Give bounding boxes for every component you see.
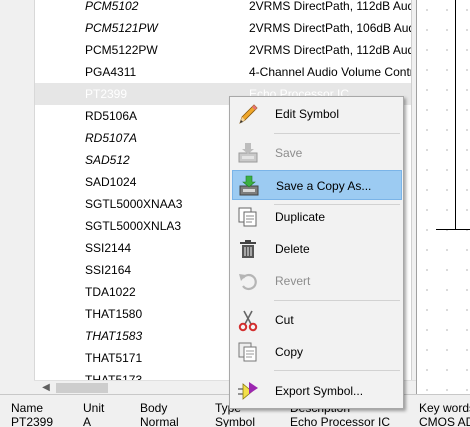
symbol-name: PCM5121PW [85, 21, 158, 35]
symbol-name: SSI2144 [85, 241, 132, 255]
list-item[interactable]: PCM5122PW 2VRMS DirectPath, 112dB Audio [35, 39, 411, 61]
symbol-name: RD5106A [85, 109, 138, 123]
menu-item-label: Edit Symbol [275, 107, 340, 121]
context-menu[interactable]: Edit Symbol Save Save a Copy As... Dupli… [229, 96, 404, 409]
menu-item-delete[interactable]: Delete [232, 234, 402, 264]
canvas-wire [455, 0, 456, 229]
left-gutter [0, 0, 34, 400]
export-icon [238, 382, 258, 400]
symbol-description: 2VRMS DirectPath, 112dB Audio [249, 43, 411, 57]
scissors-icon [238, 310, 258, 332]
list-item[interactable]: PCM5102 2VRMS DirectPath, 112dB Audio [35, 0, 411, 17]
symbol-name: THAT5171 [85, 351, 143, 365]
menu-item-edit-symbol[interactable]: Edit Symbol [232, 99, 402, 129]
symbol-name: PCM5122PW [85, 43, 158, 57]
symbol-name: THAT1580 [85, 307, 143, 321]
trash-icon [240, 240, 256, 258]
menu-item-label: Save [275, 146, 303, 160]
status-value: PT2399 [11, 415, 54, 427]
menu-item-label: Copy [275, 345, 304, 359]
list-item[interactable]: PCM5121PW 2VRMS DirectPath, 106dB Audio [35, 17, 411, 39]
symbol-name: SGTL5000XNLA3 [85, 219, 182, 233]
menu-separator [274, 370, 400, 371]
status-name-column: Name PT2399 [11, 401, 53, 427]
symbol-description: 2VRMS DirectPath, 106dB Audio [249, 21, 411, 35]
status-label: Body [140, 401, 168, 415]
menu-separator [274, 133, 400, 134]
symbol-name: PT2399 [85, 87, 128, 101]
menu-item-label: Cut [275, 313, 294, 327]
status-label: Key words [419, 401, 470, 415]
symbol-name: SAD1024 [85, 175, 137, 189]
symbol-name: SGTL5000XNAA3 [85, 197, 183, 211]
canvas-wire [436, 229, 470, 230]
status-keywords-column: Key words CMOS AD [419, 401, 470, 427]
menu-item-label: Save a Copy As... [276, 179, 372, 193]
scroll-left-icon[interactable]: ◀ [40, 381, 52, 395]
copy-icon [238, 342, 257, 362]
symbol-name: PCM5102 [85, 0, 139, 13]
menu-item-save[interactable]: Save [232, 138, 402, 168]
status-label: Unit [83, 401, 105, 415]
menu-item-duplicate[interactable]: Duplicate [232, 202, 402, 232]
menu-item-label: Duplicate [275, 210, 326, 224]
menu-separator [274, 300, 400, 301]
menu-item-copy[interactable]: Copy [232, 337, 402, 367]
status-body-column: Body Normal [140, 401, 179, 427]
menu-item-save-copy-as[interactable]: Save a Copy As... [232, 170, 402, 200]
scrollbar-thumb[interactable] [56, 383, 108, 393]
menu-item-revert[interactable]: Revert [232, 266, 402, 296]
status-value: A [83, 415, 92, 427]
duplicate-icon [238, 207, 257, 227]
status-value: Symbol [215, 415, 256, 427]
save-icon [238, 143, 258, 163]
symbol-name: RD5107A [85, 131, 138, 145]
list-item[interactable]: PGA4311 4-Channel Audio Volume Control [35, 61, 411, 83]
status-value: CMOS AD [419, 415, 470, 427]
menu-item-label: Revert [275, 274, 311, 288]
symbol-name: THAT5173 [85, 373, 143, 380]
status-label: Name [11, 401, 44, 415]
schematic-canvas[interactable] [416, 0, 470, 400]
menu-item-label: Export Symbol... [275, 384, 364, 398]
status-value: Echo Processor IC [290, 415, 391, 427]
symbol-description: 2VRMS DirectPath, 112dB Audio [249, 0, 411, 13]
symbol-name: SSI2164 [85, 263, 132, 277]
revert-icon [239, 273, 257, 291]
menu-item-export-symbol[interactable]: Export Symbol... [232, 376, 402, 406]
vertical-scrollbar[interactable] [411, 0, 416, 380]
symbol-name: THAT1583 [85, 329, 143, 343]
status-value: Normal [140, 415, 179, 427]
save-copy-icon [239, 175, 259, 196]
symbol-name: TDA1022 [85, 285, 136, 299]
menu-item-cut[interactable]: Cut [232, 305, 402, 335]
symbol-name: SAD512 [85, 153, 130, 167]
pencil-icon [239, 104, 258, 124]
status-unit-column: Unit A [83, 401, 104, 427]
menu-item-label: Delete [275, 242, 310, 256]
symbol-description: 4-Channel Audio Volume Control [249, 65, 411, 79]
symbol-name: PGA4311 [85, 65, 137, 79]
